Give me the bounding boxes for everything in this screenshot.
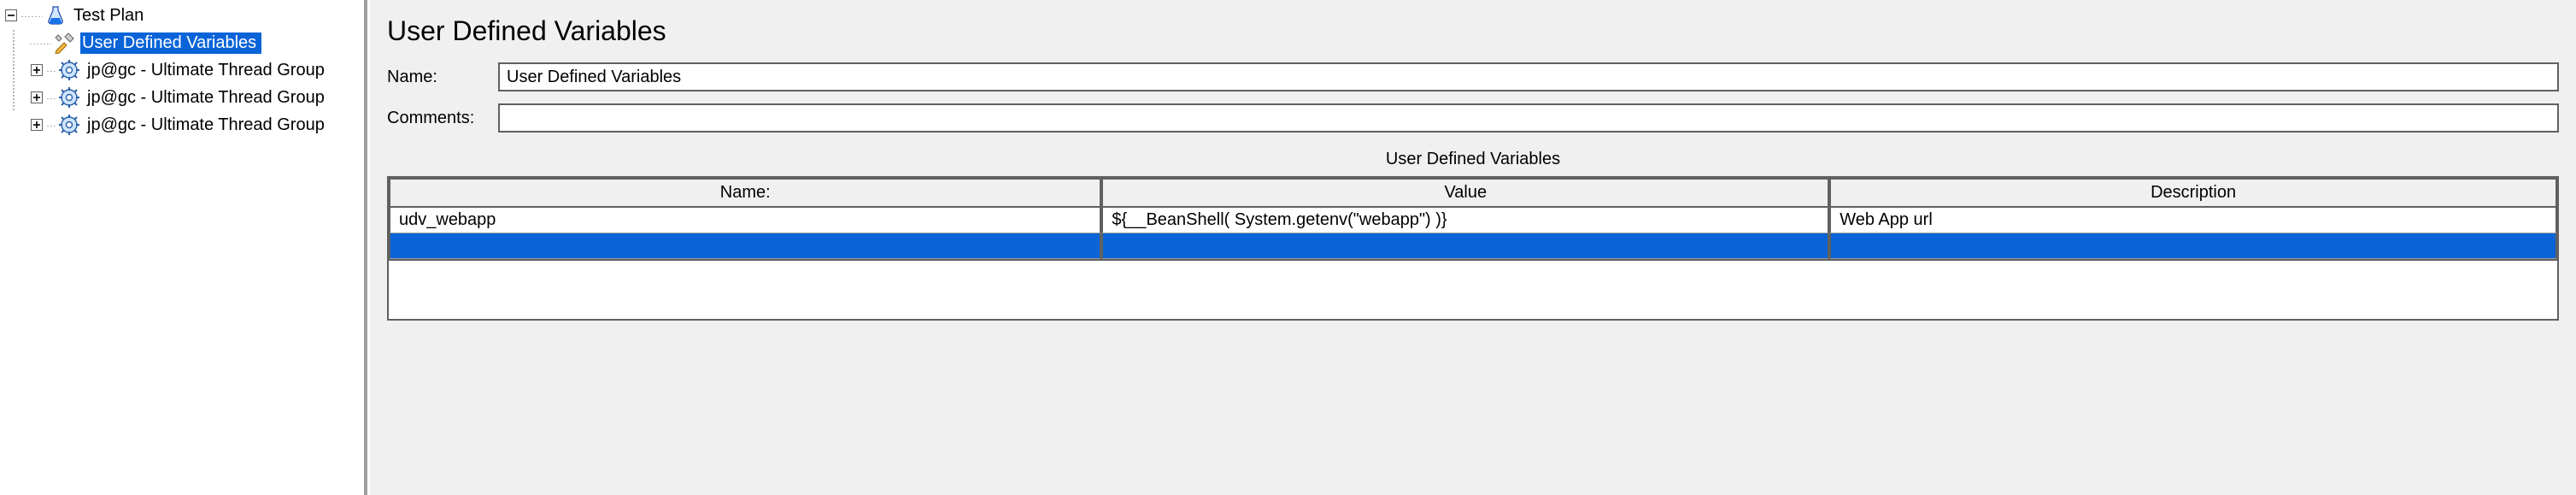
app-root: Test Plan User Defined Variables bbox=[0, 0, 2576, 495]
table-caption: User Defined Variables bbox=[387, 150, 2559, 169]
name-label: Name: bbox=[387, 68, 498, 87]
wrench-icon bbox=[53, 32, 75, 54]
content-panel: User Defined Variables Name: Comments: U… bbox=[367, 0, 2576, 495]
table-header-row: Name: Value Description bbox=[389, 178, 2557, 208]
cell-name[interactable]: udv_webapp bbox=[389, 208, 1101, 233]
form-row-name: Name: bbox=[387, 62, 2559, 91]
tree-node-threadgroup-2[interactable]: jp@gc - Ultimate Thread Group bbox=[0, 84, 364, 111]
tree-guide bbox=[3, 56, 29, 84]
gear-icon bbox=[58, 86, 80, 109]
comments-label: Comments: bbox=[387, 109, 498, 128]
tree-node-threadgroup-3[interactable]: jp@gc - Ultimate Thread Group bbox=[0, 111, 364, 138]
expand-icon[interactable] bbox=[29, 90, 44, 105]
tree-label-test-plan: Test Plan bbox=[72, 5, 149, 27]
tree-guide bbox=[3, 29, 29, 56]
name-input[interactable] bbox=[498, 62, 2559, 91]
tree-node-udv[interactable]: User Defined Variables bbox=[0, 29, 364, 56]
tree-guide bbox=[3, 84, 29, 111]
table-row[interactable]: udv_webapp ${__BeanShell( System.getenv(… bbox=[389, 208, 2557, 233]
col-name[interactable]: Name: bbox=[389, 178, 1101, 208]
tree-connector bbox=[46, 111, 56, 138]
variables-table-wrapper: Name: Value Description udv_webapp ${__B… bbox=[387, 176, 2559, 321]
flask-icon bbox=[44, 4, 67, 27]
expand-icon[interactable] bbox=[29, 62, 44, 78]
tree-label-tg2: jp@gc - Ultimate Thread Group bbox=[85, 87, 330, 109]
collapse-icon[interactable] bbox=[3, 8, 19, 23]
tree-connector bbox=[46, 56, 56, 84]
cell-desc[interactable]: Web App url bbox=[1829, 208, 2557, 233]
table-empty-area[interactable] bbox=[387, 261, 2559, 321]
tree-node-threadgroup-1[interactable]: jp@gc - Ultimate Thread Group bbox=[0, 56, 364, 84]
tree-panel: Test Plan User Defined Variables bbox=[0, 0, 367, 495]
gear-icon bbox=[58, 114, 80, 136]
expand-icon[interactable] bbox=[29, 117, 44, 133]
variables-table[interactable]: Name: Value Description udv_webapp ${__B… bbox=[387, 176, 2559, 261]
form-row-comments: Comments: bbox=[387, 103, 2559, 133]
tree-connector bbox=[46, 84, 56, 111]
cell-value[interactable]: ${__BeanShell( System.getenv("webapp") )… bbox=[1101, 208, 1829, 233]
tree-label-tg3: jp@gc - Ultimate Thread Group bbox=[85, 115, 330, 136]
col-value[interactable]: Value bbox=[1101, 178, 1829, 208]
col-desc[interactable]: Description bbox=[1829, 178, 2557, 208]
cell-value[interactable] bbox=[1101, 233, 1829, 259]
table-row-selected-empty[interactable] bbox=[389, 233, 2557, 259]
cell-name[interactable] bbox=[389, 233, 1101, 259]
tree-connector bbox=[29, 29, 51, 56]
tree-label-tg1: jp@gc - Ultimate Thread Group bbox=[85, 60, 330, 81]
tree-connector bbox=[21, 2, 43, 29]
gear-icon bbox=[58, 59, 80, 81]
panel-title: User Defined Variables bbox=[387, 15, 2559, 47]
cell-desc[interactable] bbox=[1829, 233, 2557, 259]
tree-node-test-plan[interactable]: Test Plan bbox=[0, 2, 364, 29]
tree-label-udv: User Defined Variables bbox=[80, 32, 261, 54]
comments-input[interactable] bbox=[498, 103, 2559, 133]
